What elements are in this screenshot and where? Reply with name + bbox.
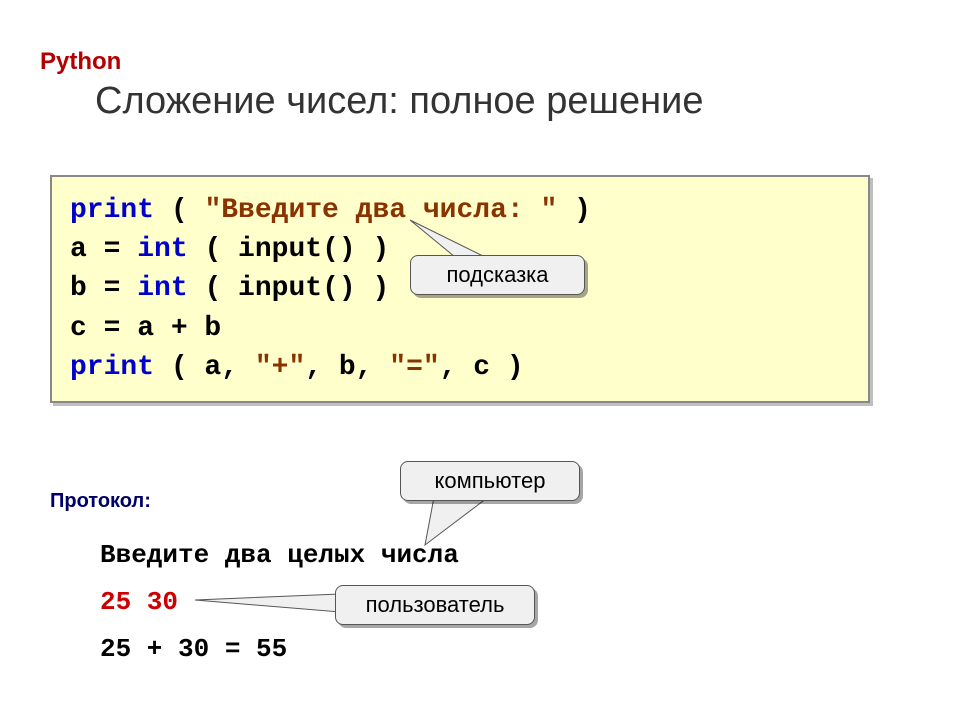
code-line-5: print ( a, "+", b, "=", c ) xyxy=(70,348,850,387)
keyword-int: int xyxy=(137,234,187,265)
code-string: "Введите два числа: " xyxy=(204,195,557,226)
code-text: , b, xyxy=(305,352,389,383)
code-text: a = xyxy=(70,234,137,265)
code-text: ( input() ) xyxy=(188,234,390,265)
code-text: , c ) xyxy=(440,352,524,383)
code-string: "+" xyxy=(255,352,305,383)
code-text: ( input() ) xyxy=(188,273,390,304)
code-line-4: c = a + b xyxy=(70,309,850,348)
keyword-print: print xyxy=(70,195,154,226)
code-text: b = xyxy=(70,273,137,304)
keyword-int: int xyxy=(137,273,187,304)
keyword-print: print xyxy=(70,352,154,383)
protocol-label: Протокол: xyxy=(50,490,151,513)
callout-user: пользователь xyxy=(335,585,535,625)
code-string: "=" xyxy=(389,352,439,383)
page-title: Сложение чисел: полное решение xyxy=(95,80,703,123)
code-text: ) xyxy=(557,195,591,226)
callout-hint: подсказка xyxy=(410,255,585,295)
protocol-line-3: 25 + 30 = 55 xyxy=(100,626,459,673)
protocol-line-1: Введите два целых числа xyxy=(100,532,459,579)
code-text: ( a, xyxy=(154,352,255,383)
callout-computer: компьютер xyxy=(400,461,580,501)
code-text: ( xyxy=(154,195,204,226)
python-label: Python xyxy=(40,48,121,76)
callout-tail xyxy=(190,590,350,620)
